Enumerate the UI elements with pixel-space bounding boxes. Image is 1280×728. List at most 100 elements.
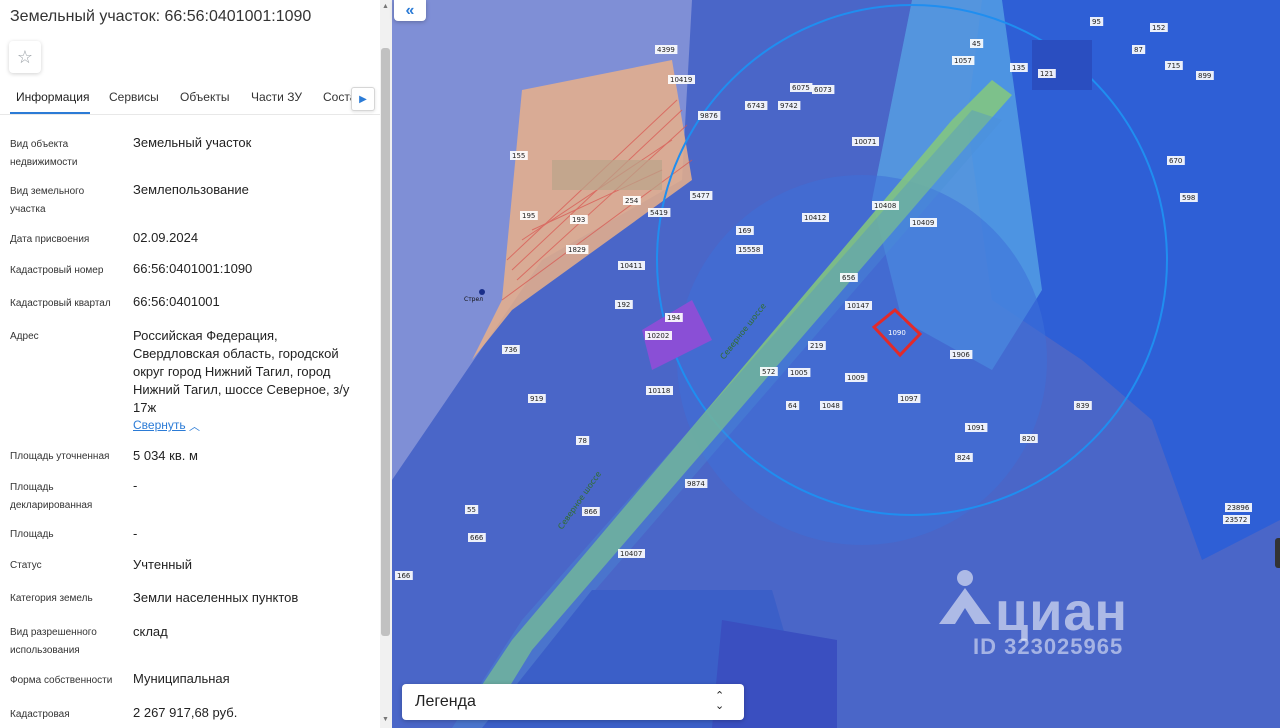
parcel-label[interactable]: 195 bbox=[522, 212, 535, 220]
tab-objects[interactable]: Объекты bbox=[180, 90, 230, 104]
parcel-label[interactable]: 666 bbox=[470, 534, 484, 542]
parcel-label[interactable]: 670 bbox=[1169, 157, 1182, 165]
parcel-label[interactable]: 55 bbox=[467, 506, 476, 514]
detail-label: Дата присвоения bbox=[10, 234, 90, 245]
parcel-label[interactable]: 10419 bbox=[670, 76, 692, 84]
scroll-down-icon[interactable]: ▼ bbox=[382, 716, 389, 723]
parcel-label[interactable]: 6075 bbox=[792, 84, 810, 92]
parcel-label[interactable]: 219 bbox=[810, 342, 823, 350]
parcel-label[interactable]: 10409 bbox=[912, 219, 934, 227]
parcel-label[interactable]: 23572 bbox=[1225, 516, 1247, 524]
detail-value: - bbox=[133, 526, 138, 541]
scrollbar-thumb[interactable] bbox=[381, 48, 390, 636]
parcel-label[interactable]: 135 bbox=[1012, 64, 1025, 72]
double-chevron-left-icon: « bbox=[405, 1, 415, 19]
detail-label: Площадь bbox=[10, 529, 54, 540]
parcel-label[interactable]: 572 bbox=[762, 368, 775, 376]
map-side-handle[interactable] bbox=[1275, 538, 1280, 568]
detail-value: 66:56:0401001 bbox=[133, 294, 220, 309]
parcel-label[interactable]: 1048 bbox=[822, 402, 840, 410]
parcel-label[interactable]: 824 bbox=[957, 454, 971, 462]
parcel-label[interactable]: 192 bbox=[617, 301, 630, 309]
parcel-label[interactable]: 736 bbox=[504, 346, 518, 354]
detail-value: Муниципальная bbox=[133, 671, 230, 686]
parcel-label[interactable]: 45 bbox=[972, 40, 981, 48]
parcel-label[interactable]: 78 bbox=[578, 437, 587, 445]
parcel-label[interactable]: 193 bbox=[572, 216, 585, 224]
chevron-up-icon[interactable]: ︿ bbox=[189, 418, 200, 434]
parcel-label[interactable]: 1906 bbox=[952, 351, 970, 359]
detail-value: Земли населенных пунктов bbox=[133, 590, 299, 605]
parcel-label[interactable]: 166 bbox=[397, 572, 411, 580]
detail-value: 2 267 917,68 руб. bbox=[133, 705, 238, 720]
tab-services[interactable]: Сервисы bbox=[109, 90, 159, 104]
panel-title: Земельный участок: 66:56:0401001:1090 bbox=[10, 8, 312, 25]
star-icon: ☆ bbox=[16, 47, 34, 67]
parcel-label[interactable]: 1091 bbox=[967, 424, 985, 432]
parcel-label[interactable]: 10408 bbox=[874, 202, 896, 210]
parcel-label[interactable]: 95 bbox=[1092, 18, 1101, 26]
chevron-right-icon: ▶ bbox=[359, 93, 367, 105]
parcel-label[interactable]: 1009 bbox=[847, 374, 865, 382]
collapse-panel-button[interactable]: « bbox=[394, 0, 426, 21]
detail-label: Категория земель bbox=[10, 593, 93, 604]
building bbox=[1032, 40, 1092, 90]
detail-value: - bbox=[133, 478, 138, 493]
parcel-label[interactable]: 1097 bbox=[900, 395, 918, 403]
parcel-label[interactable]: 1005 bbox=[790, 369, 808, 377]
parcel-label[interactable]: 10411 bbox=[620, 262, 642, 270]
parcel-label[interactable]: 5419 bbox=[650, 209, 668, 217]
parcel-label[interactable]: 839 bbox=[1076, 402, 1089, 410]
watermark-brand: циан bbox=[995, 582, 1129, 642]
scroll-up-icon[interactable]: ▲ bbox=[382, 3, 389, 10]
parcel-label[interactable]: 4399 bbox=[657, 46, 675, 54]
parcel-label[interactable]: 15558 bbox=[738, 246, 760, 254]
parcel-label[interactable]: 121 bbox=[1040, 70, 1053, 78]
parcel-label[interactable]: 152 bbox=[1152, 24, 1165, 32]
parcel-label[interactable]: 169 bbox=[738, 227, 751, 235]
parcel-label[interactable]: 10412 bbox=[804, 214, 826, 222]
legend-dropdown[interactable]: Легенда ⌃ ⌄ bbox=[402, 684, 744, 720]
parcel-label[interactable]: 10118 bbox=[648, 387, 670, 395]
parcel-label[interactable]: 9742 bbox=[780, 102, 798, 110]
detail-label: Площадь декларированная bbox=[10, 482, 93, 511]
parcel-label[interactable]: 5477 bbox=[692, 192, 710, 200]
parcel-label[interactable]: 10071 bbox=[854, 138, 876, 146]
parcel-label[interactable]: 820 bbox=[1022, 435, 1035, 443]
parcel-label[interactable]: 10202 bbox=[647, 332, 669, 340]
parcel-label[interactable]: 1829 bbox=[568, 246, 586, 254]
parcel-label[interactable]: 64 bbox=[788, 402, 797, 410]
parcel-label[interactable]: 866 bbox=[584, 508, 598, 516]
parcel-label[interactable]: 194 bbox=[667, 314, 681, 322]
tabs-next-button[interactable]: ▶ bbox=[351, 87, 375, 111]
parcel-label[interactable]: 10147 bbox=[847, 302, 869, 310]
detail-label: Адрес bbox=[10, 331, 39, 342]
parcel-label[interactable]: 10407 bbox=[620, 550, 642, 558]
parcel-label[interactable]: 715 bbox=[1167, 62, 1180, 70]
parcel-label[interactable]: 254 bbox=[625, 197, 639, 205]
parcel-label[interactable]: 9876 bbox=[700, 112, 718, 120]
detail-value: 5 034 кв. м bbox=[133, 448, 198, 463]
parcel-label[interactable]: 1057 bbox=[954, 57, 972, 65]
tab-composition[interactable]: Состав bbox=[323, 90, 353, 104]
favorite-button[interactable]: ☆ bbox=[9, 41, 41, 73]
watermark-id: ID 323025965 bbox=[973, 634, 1124, 659]
collapse-link[interactable]: Свернуть bbox=[133, 418, 186, 432]
bus-stop-icon bbox=[479, 289, 485, 295]
parcel-label[interactable]: 6073 bbox=[814, 86, 832, 94]
parcel-label[interactable]: 155 bbox=[512, 152, 525, 160]
parcel-label[interactable]: 598 bbox=[1182, 194, 1195, 202]
parcel-label[interactable]: 919 bbox=[530, 395, 543, 403]
parcel-label[interactable]: 9874 bbox=[687, 480, 705, 488]
tab-information[interactable]: Информация bbox=[16, 90, 89, 104]
parcel-label[interactable]: 656 bbox=[842, 274, 856, 282]
legend-label: Легенда bbox=[415, 693, 476, 710]
detail-value: склад bbox=[133, 624, 168, 639]
tab-parts[interactable]: Части ЗУ bbox=[251, 90, 302, 104]
parcel-label[interactable]: 23896 bbox=[1227, 504, 1250, 512]
parcel-label[interactable]: 899 bbox=[1198, 72, 1211, 80]
parcel-label[interactable]: 6743 bbox=[747, 102, 765, 110]
detail-label: Вид объекта недвижимости bbox=[10, 139, 78, 168]
parcel-label[interactable]: 87 bbox=[1134, 46, 1143, 54]
selected-parcel-label: 1090 bbox=[888, 329, 906, 337]
